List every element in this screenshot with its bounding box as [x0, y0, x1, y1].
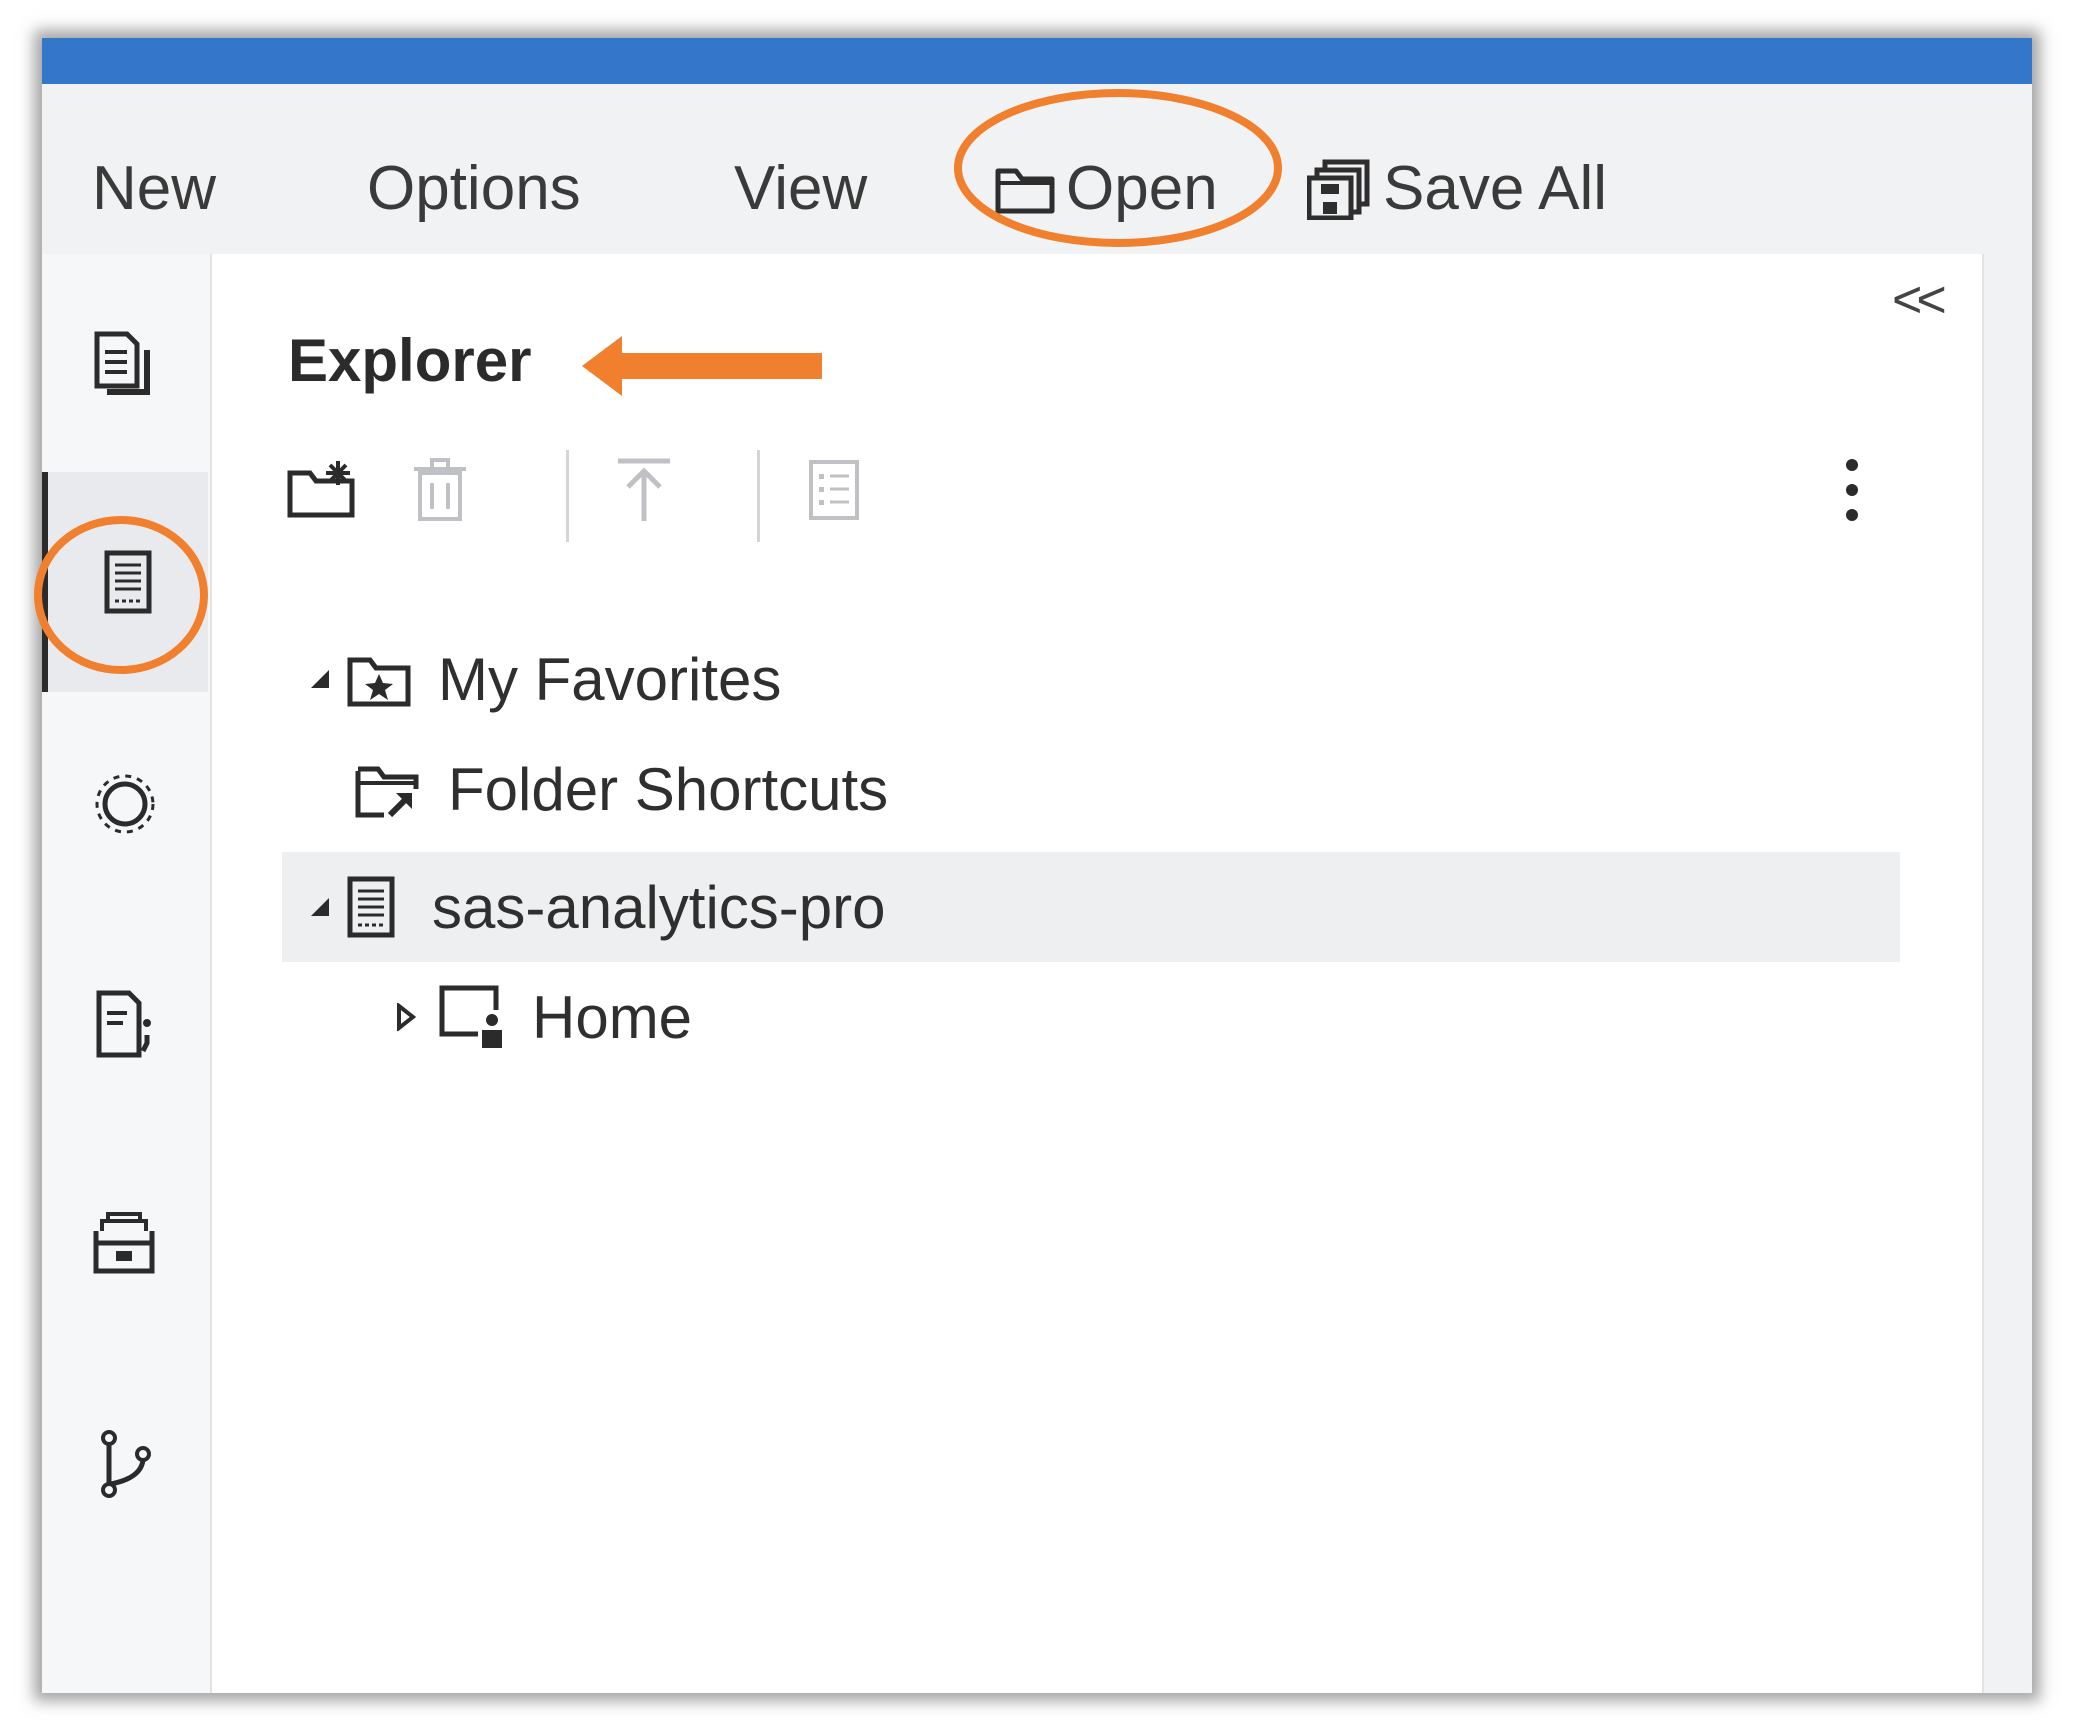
tree-node-home[interactable]: Home — [282, 962, 1900, 1072]
panel-splitter[interactable] — [1982, 254, 2032, 1693]
new-folder-icon — [287, 461, 355, 518]
toolbar-divider — [757, 450, 760, 542]
rail-snippets[interactable] — [42, 914, 208, 1134]
menu-view-label: View — [734, 154, 868, 223]
documents-icon — [94, 331, 150, 395]
code-snippet-icon — [96, 990, 151, 1058]
delete-icon — [414, 458, 466, 521]
rail-git[interactable] — [42, 1354, 208, 1574]
tree-node-label: Folder Shortcuts — [448, 755, 889, 823]
rail-libraries[interactable] — [42, 1134, 208, 1354]
menu-new[interactable]: New — [92, 154, 216, 224]
folder-icon — [995, 168, 1055, 214]
target-icon — [95, 774, 155, 834]
side-rail — [42, 254, 212, 1693]
server-icon — [104, 550, 152, 614]
toolbar-divider — [566, 450, 569, 542]
library-icon — [93, 1212, 155, 1274]
collapse-panel-button[interactable]: << — [1892, 270, 1947, 330]
git-branch-icon — [101, 1430, 151, 1498]
expand-caret-icon[interactable] — [300, 668, 340, 690]
tree-node-label: My Favorites — [438, 645, 782, 713]
rail-explorer[interactable] — [42, 472, 208, 692]
home-folder-icon — [438, 984, 506, 1050]
properties-icon — [809, 460, 859, 520]
upload-button[interactable] — [604, 450, 684, 530]
tree-node-label: Home — [532, 983, 693, 1051]
tree-node-my-favorites[interactable]: My Favorites — [282, 624, 1900, 734]
properties-button[interactable] — [794, 450, 874, 530]
delete-button[interactable] — [400, 450, 480, 530]
menu-options-label: Options — [367, 154, 581, 223]
folder-shortcut-icon — [354, 759, 422, 819]
panel-title: Explorer — [288, 327, 532, 394]
save-all-icon — [1307, 159, 1370, 220]
more-options-icon — [1846, 459, 1858, 521]
open-label: Open — [1066, 154, 1218, 223]
menu-new-label: New — [92, 154, 217, 223]
save-all-label: Save All — [1383, 154, 1608, 223]
explorer-panel: << Explorer My Favorites Folder Shortcut… — [212, 254, 1982, 1693]
more-options-button[interactable] — [1812, 450, 1892, 530]
tree-node-folder-shortcuts[interactable]: Folder Shortcuts — [282, 734, 1900, 844]
menu-view[interactable]: View — [734, 154, 867, 224]
open-button[interactable]: Open — [994, 154, 1218, 224]
expand-caret-icon[interactable] — [300, 896, 340, 918]
rail-tasks[interactable] — [42, 694, 208, 914]
collapse-caret-icon[interactable] — [386, 1003, 426, 1031]
upload-icon — [618, 458, 670, 521]
tree-node-sas-analytics-pro[interactable]: sas-analytics-pro — [282, 852, 1900, 962]
menu-bar: New Options View Open Save All — [42, 84, 2032, 254]
menu-options[interactable]: Options — [367, 154, 581, 224]
rail-open-documents[interactable] — [42, 254, 208, 474]
new-folder-button[interactable] — [282, 450, 362, 530]
favorites-folder-icon — [346, 650, 412, 708]
server-icon — [346, 875, 396, 939]
app-window: New Options View Open Save All << Explor… — [42, 38, 2032, 1693]
title-bar — [42, 38, 2032, 84]
tree-node-label: sas-analytics-pro — [432, 873, 886, 941]
save-all-button[interactable]: Save All — [1307, 154, 1607, 224]
